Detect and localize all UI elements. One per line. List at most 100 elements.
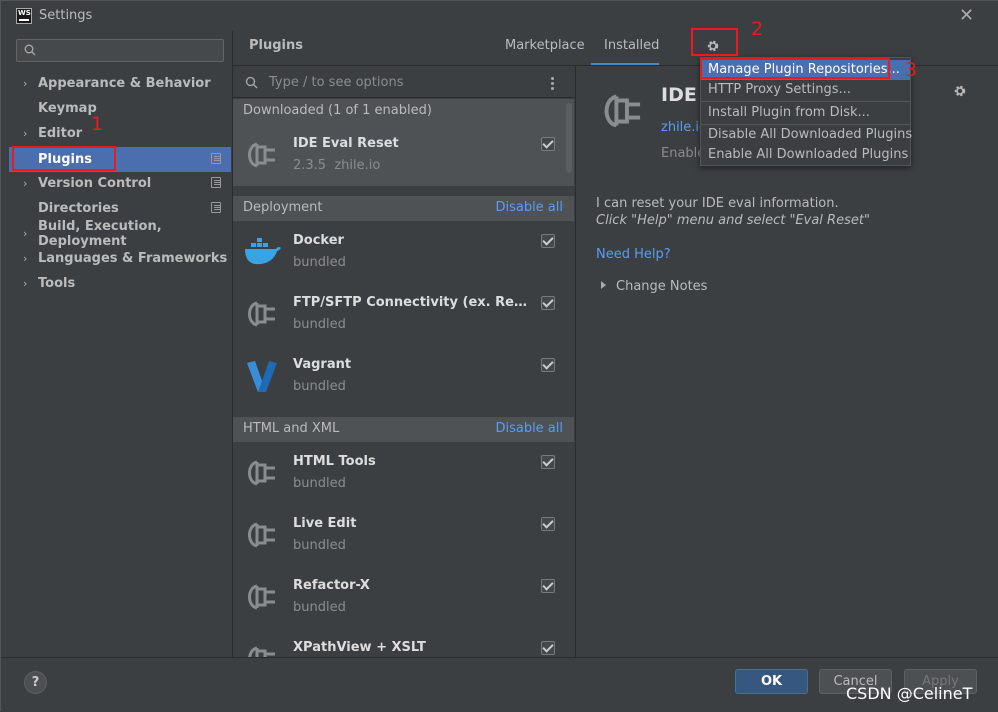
plugin-row-ide-eval-reset[interactable]: IDE Eval Reset 2.3.5 zhile.io xyxy=(233,124,574,186)
sidebar-item-keymap[interactable]: Keymap xyxy=(9,96,231,121)
tab-marketplace[interactable]: Marketplace xyxy=(505,38,585,53)
project-settings-icon xyxy=(211,202,221,213)
sidebar-item-label: Editor xyxy=(38,126,83,141)
plugin-enabled-checkbox[interactable] xyxy=(541,137,555,151)
tab-installed[interactable]: Installed xyxy=(604,38,659,53)
sidebar-item-appearance-behavior[interactable]: › Appearance & Behavior xyxy=(9,71,231,96)
title-bar: WS Settings ✕ xyxy=(1,1,998,31)
plugin-enabled-checkbox[interactable] xyxy=(541,296,555,310)
plugin-list: Type / to see options Downloaded (1 of 1… xyxy=(233,66,574,657)
gear-icon[interactable] xyxy=(953,84,967,98)
group-title: Downloaded (1 of 1 enabled) xyxy=(243,103,432,118)
more-options-icon[interactable] xyxy=(551,75,555,91)
plugin-sub: bundled xyxy=(293,255,346,270)
plugin-sub: bundled xyxy=(293,600,346,615)
plugin-name: Vagrant xyxy=(293,357,352,372)
webstorm-logo-icon: WS xyxy=(16,8,32,24)
plugin-row-refactor-x[interactable]: Refactor-X bundled xyxy=(233,566,574,628)
chevron-right-icon: › xyxy=(23,252,28,265)
plugin-enabled-checkbox[interactable] xyxy=(541,358,555,372)
plugin-name: Refactor-X xyxy=(293,578,370,593)
help-button[interactable]: ? xyxy=(24,671,47,694)
sidebar-item-directories[interactable]: Directories xyxy=(9,196,231,221)
plug-icon xyxy=(248,584,275,610)
need-help-link[interactable]: Need Help? xyxy=(596,247,671,262)
sidebar-item-tools[interactable]: › Tools xyxy=(9,271,231,296)
group-title: Deployment xyxy=(243,200,323,215)
list-scrollbar[interactable] xyxy=(566,103,572,173)
disable-all-link[interactable]: Disable all xyxy=(495,421,563,436)
plugin-row-xpathview-xslt[interactable]: XPathView + XSLT xyxy=(233,628,574,657)
window-title: Settings xyxy=(39,8,93,23)
chevron-right-icon: › xyxy=(23,177,28,190)
plugin-row-vagrant[interactable]: Vagrant bundled xyxy=(233,345,574,407)
menu-item-install-from-disk[interactable]: Install Plugin from Disk... xyxy=(701,103,910,123)
chevron-right-icon: › xyxy=(23,277,28,290)
plugin-row-live-edit[interactable]: Live Edit bundled xyxy=(233,504,574,566)
page-title: Plugins xyxy=(249,38,303,53)
change-notes-toggle[interactable]: Change Notes xyxy=(596,279,707,294)
plugin-description: I can reset your IDE eval information. xyxy=(596,196,839,211)
close-icon[interactable]: ✕ xyxy=(959,5,975,26)
settings-search-input[interactable] xyxy=(16,39,224,62)
sidebar-item-label: Keymap xyxy=(38,101,97,116)
search-icon xyxy=(24,44,36,56)
vagrant-icon xyxy=(247,361,277,392)
chevron-right-icon: › xyxy=(23,227,28,240)
project-settings-icon xyxy=(211,153,221,164)
plugin-row-html-tools[interactable]: HTML Tools bundled xyxy=(233,442,574,504)
plug-icon xyxy=(604,94,641,128)
plugin-name: IDE Eval Reset xyxy=(293,136,399,151)
search-icon xyxy=(245,76,258,89)
sidebar-item-editor[interactable]: › Editor xyxy=(9,121,231,146)
plugin-enabled-checkbox[interactable] xyxy=(541,234,555,248)
plugin-row-ftp-sftp[interactable]: FTP/SFTP Connectivity (ex. Remote Hosts … xyxy=(233,283,574,345)
plugin-sub: bundled xyxy=(293,476,346,491)
plugin-search-input[interactable]: Type / to see options xyxy=(233,66,574,98)
plugin-name: XPathView + XSLT xyxy=(293,640,426,655)
menu-item-manage-repositories[interactable]: Manage Plugin Repositories... xyxy=(701,60,910,80)
menu-separator xyxy=(701,101,910,102)
disable-all-link[interactable]: Disable all xyxy=(495,200,563,215)
chevron-right-icon: › xyxy=(23,77,28,90)
triangle-right-icon xyxy=(601,281,606,289)
group-header-deployment: Deployment Disable all xyxy=(233,196,574,221)
plugin-enabled-checkbox[interactable] xyxy=(541,579,555,593)
sidebar-item-label: Languages & Frameworks xyxy=(38,251,228,266)
settings-window: WS Settings ✕ › Appearance & Behavior Ke… xyxy=(0,0,998,712)
sidebar-item-label: Plugins xyxy=(38,152,92,167)
project-settings-icon xyxy=(211,177,221,188)
plug-icon xyxy=(248,142,275,168)
plugin-sub: bundled xyxy=(293,317,346,332)
sidebar-item-label: Appearance & Behavior xyxy=(38,76,211,91)
plug-icon xyxy=(248,301,275,327)
plugin-enabled-checkbox[interactable] xyxy=(541,641,555,655)
chevron-right-icon: › xyxy=(23,127,28,140)
plugin-name: Docker xyxy=(293,233,344,248)
watermark: CSDN @CelineT xyxy=(846,684,973,703)
gear-popup-menu: Manage Plugin Repositories... HTTP Proxy… xyxy=(700,57,912,166)
sidebar-item-version-control[interactable]: › Version Control xyxy=(9,171,231,196)
plugin-row-docker[interactable]: Docker bundled xyxy=(233,221,574,283)
sidebar-item-label: Build, Execution, Deployment xyxy=(38,218,162,249)
plug-icon xyxy=(248,460,275,486)
group-header-html-xml: HTML and XML Disable all xyxy=(233,417,574,442)
menu-item-http-proxy[interactable]: HTTP Proxy Settings... xyxy=(701,80,910,100)
docker-icon xyxy=(245,238,281,265)
sidebar-item-build-execution-deployment[interactable]: › Build, Execution, Deployment xyxy=(9,218,231,249)
plugin-name: FTP/SFTP Connectivity (ex. Remote Hosts … xyxy=(293,295,529,310)
plugin-description-hint: Click "Help" menu and select "Eval Reset… xyxy=(596,213,870,228)
group-title: HTML and XML xyxy=(243,421,340,436)
plugin-enabled-checkbox[interactable] xyxy=(541,455,555,469)
sidebar-item-label: Version Control xyxy=(38,176,152,191)
sidebar-item-plugins[interactable]: Plugins xyxy=(9,147,231,172)
sidebar-item-label: Tools xyxy=(38,276,76,291)
sidebar-item-label: Directories xyxy=(38,201,119,216)
gear-icon[interactable] xyxy=(706,39,720,53)
plugin-enabled-checkbox[interactable] xyxy=(541,517,555,531)
menu-item-enable-downloaded[interactable]: Enable All Downloaded Plugins xyxy=(701,145,910,165)
plug-icon xyxy=(248,522,275,548)
menu-item-disable-downloaded[interactable]: Disable All Downloaded Plugins xyxy=(701,125,912,145)
sidebar-item-languages-frameworks[interactable]: › Languages & Frameworks xyxy=(9,246,231,271)
ok-button[interactable]: OK xyxy=(735,669,808,694)
